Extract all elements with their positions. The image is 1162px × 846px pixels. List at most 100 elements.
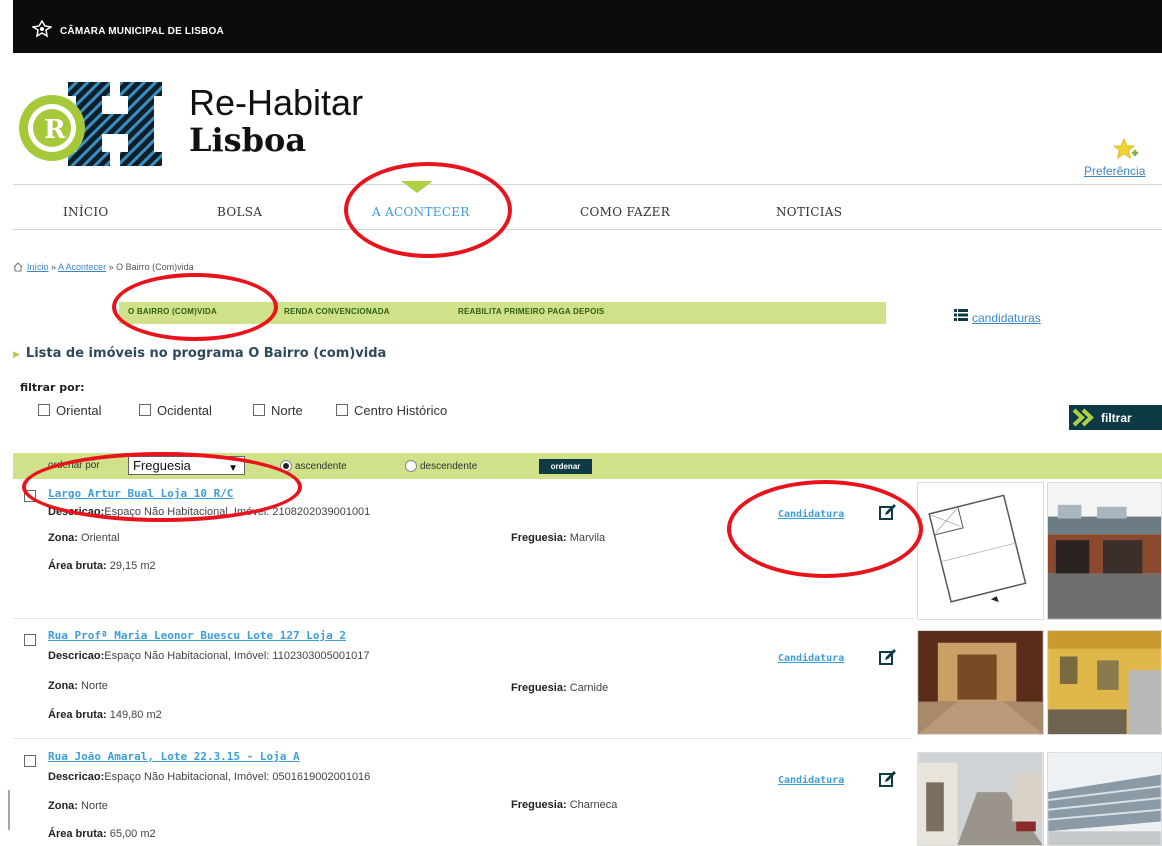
breadcrumb-current: O Bairro (Com)vida <box>116 262 194 272</box>
nav-active-indicator <box>401 181 433 193</box>
listing-title-link[interactable]: Largo Artur Bual Loja 10 R/C <box>48 487 233 500</box>
listing-title-link[interactable]: Rua João Amaral, Lote 22.3.15 - Loja A <box>48 750 300 763</box>
filter-label: filtrar por: <box>20 381 85 394</box>
freguesia-value: Carnide <box>569 682 609 694</box>
street-photo-thumbnail[interactable] <box>917 752 1044 846</box>
freguesia-label: Freguesia: <box>511 682 567 694</box>
sort-button[interactable]: ordenar <box>539 459 592 474</box>
filter-label-centro-historico: Centro Histórico <box>354 403 448 418</box>
subtab-renda-convencionada[interactable]: RENDA CONVENCIONADA <box>284 307 390 316</box>
listing-freguesia: Freguesia: Marvila <box>511 532 605 544</box>
listing-checkbox[interactable] <box>24 755 36 767</box>
home-icon[interactable] <box>13 262 23 272</box>
brand-name-line2: Lisboa <box>189 121 307 159</box>
area-value: 149,80 m2 <box>109 709 162 721</box>
listing-area: Área bruta: 29,15 m2 <box>48 560 156 572</box>
sort-asc-label: ascendente <box>295 461 347 472</box>
zona-label: Zona: <box>48 680 78 692</box>
freguesia-label: Freguesia: <box>511 799 567 811</box>
filter-label-ocidental: Ocidental <box>157 403 212 418</box>
candidatura-link[interactable]: Candidatura <box>778 775 844 786</box>
list-title-text: Lista de imóveis no programa O Bairro (c… <box>25 346 387 361</box>
freguesia-label: Freguesia: <box>511 532 567 544</box>
rehabitar-logo-icon[interactable]: R <box>18 82 168 168</box>
building-photo-thumbnail[interactable] <box>1047 630 1162 735</box>
description-label: Descricao: <box>48 771 105 783</box>
floorplan-thumbnail[interactable] <box>917 482 1044 620</box>
listing-zona: Zona: Norte <box>48 680 108 692</box>
area-value: 29,15 m2 <box>109 560 156 572</box>
listing-title-link[interactable]: Rua Profª Maria Leonor Buescu Lote 127 L… <box>48 629 346 642</box>
breadcrumb-separator: » <box>106 262 117 272</box>
edit-icon[interactable] <box>879 770 897 788</box>
listing-area: Área bruta: 149,80 m2 <box>48 709 162 721</box>
filter-button[interactable]: filtrar <box>1069 405 1162 430</box>
freguesia-value: Charneca <box>569 799 618 811</box>
freguesia-value: Marvila <box>569 532 606 544</box>
nav-item-bolsa[interactable]: BOLSA <box>217 205 262 219</box>
building-photo-thumbnail[interactable] <box>1047 752 1162 846</box>
description-label: Descricao: <box>48 650 105 662</box>
breadcrumb-separator: » <box>48 262 59 272</box>
left-divider <box>8 790 10 830</box>
triangle-bullet-icon: ▶ <box>13 350 20 360</box>
sort-desc-radio[interactable] <box>405 460 417 472</box>
listing-zona: Zona: Oriental <box>48 532 120 544</box>
list-title: ▶ Lista de imóveis no programa O Bairro (… <box>13 346 386 361</box>
breadcrumb: Início » A Acontecer » O Bairro (Com)vid… <box>27 262 194 272</box>
list-icon[interactable] <box>954 309 968 321</box>
candidatura-link[interactable]: Candidatura <box>778 653 844 664</box>
filter-label-norte: Norte <box>271 403 303 418</box>
zona-value: Oriental <box>81 532 120 544</box>
listing-divider <box>13 738 913 739</box>
chevron-down-icon: ▼ <box>228 463 238 474</box>
sort-select-value: Freguesia <box>133 458 191 473</box>
filter-label-oriental: Oriental <box>56 403 102 418</box>
filter-checkbox-norte[interactable] <box>253 404 265 416</box>
nav-item-noticias[interactable]: NOTICIAS <box>776 205 842 219</box>
listing-zona: Zona: Norte <box>48 800 108 812</box>
nav-item-a-acontecer[interactable]: A ACONTECER <box>372 205 470 219</box>
nav-bottom-divider <box>13 229 1162 230</box>
sort-asc-radio[interactable] <box>280 460 292 472</box>
breadcrumb-home-link[interactable]: Início <box>27 262 49 272</box>
building-photo-thumbnail[interactable] <box>1047 482 1162 620</box>
municipality-title: CÂMARA MUNICIPAL DE LISBOA <box>60 26 224 37</box>
zona-label: Zona: <box>48 532 78 544</box>
zona-value: Norte <box>81 680 108 692</box>
description-value: Espaço Não Habitacional, Imóvel: 1102303… <box>104 650 370 662</box>
zona-label: Zona: <box>48 800 78 812</box>
candidatura-link[interactable]: Candidatura <box>778 509 844 520</box>
subtab-reabilita-primeiro[interactable]: REABILITA PRIMEIRO PAGA DEPOIS <box>458 307 604 316</box>
nav-item-inicio[interactable]: INÍCIO <box>63 205 109 219</box>
area-label: Área bruta: <box>48 560 107 572</box>
listing-checkbox[interactable] <box>24 490 36 502</box>
edit-icon[interactable] <box>879 648 897 666</box>
breadcrumb-section-link[interactable]: A Acontecer <box>58 262 106 272</box>
listing-description: Descricao:Espaço Não Habitacional, Imóve… <box>48 650 369 662</box>
filter-checkbox-ocidental[interactable] <box>139 404 151 416</box>
listing-freguesia: Freguesia: Charneca <box>511 799 617 811</box>
edit-icon[interactable] <box>879 503 897 521</box>
candidaturas-link[interactable]: candidaturas <box>972 311 1041 325</box>
zona-value: Norte <box>81 800 108 812</box>
filter-checkbox-oriental[interactable] <box>38 404 50 416</box>
brand-name-line1: Re-Habitar <box>189 82 364 123</box>
listing-area: Área bruta: 65,00 m2 <box>48 828 156 840</box>
interior-photo-thumbnail[interactable] <box>917 630 1044 735</box>
nav-item-como-fazer[interactable]: COMO FAZER <box>580 205 670 219</box>
sort-select[interactable]: Freguesia ▼ <box>128 456 245 475</box>
listing-description: Descricao:Espaço Não Habitacional, Imóve… <box>48 771 370 783</box>
sort-label: ordenar por <box>48 460 100 471</box>
preferences-link[interactable]: Preferência <box>1084 164 1145 178</box>
listing-divider <box>13 618 913 619</box>
svg-text:R: R <box>44 115 66 145</box>
favorite-star-icon[interactable] <box>1113 138 1139 162</box>
filter-checkbox-centro-historico[interactable] <box>336 404 348 416</box>
area-value: 65,00 m2 <box>109 828 156 840</box>
listing-checkbox[interactable] <box>24 634 36 646</box>
subtab-o-bairro-comvida[interactable]: O BAIRRO (COM)VIDA <box>128 307 217 316</box>
description-value: Espaço Não Habitacional, Imóvel: 0501619… <box>104 771 371 783</box>
description-value: Espaço Não Habitacional, Imóvel: 2108202… <box>104 506 371 518</box>
listing-freguesia: Freguesia: Carnide <box>511 682 608 694</box>
